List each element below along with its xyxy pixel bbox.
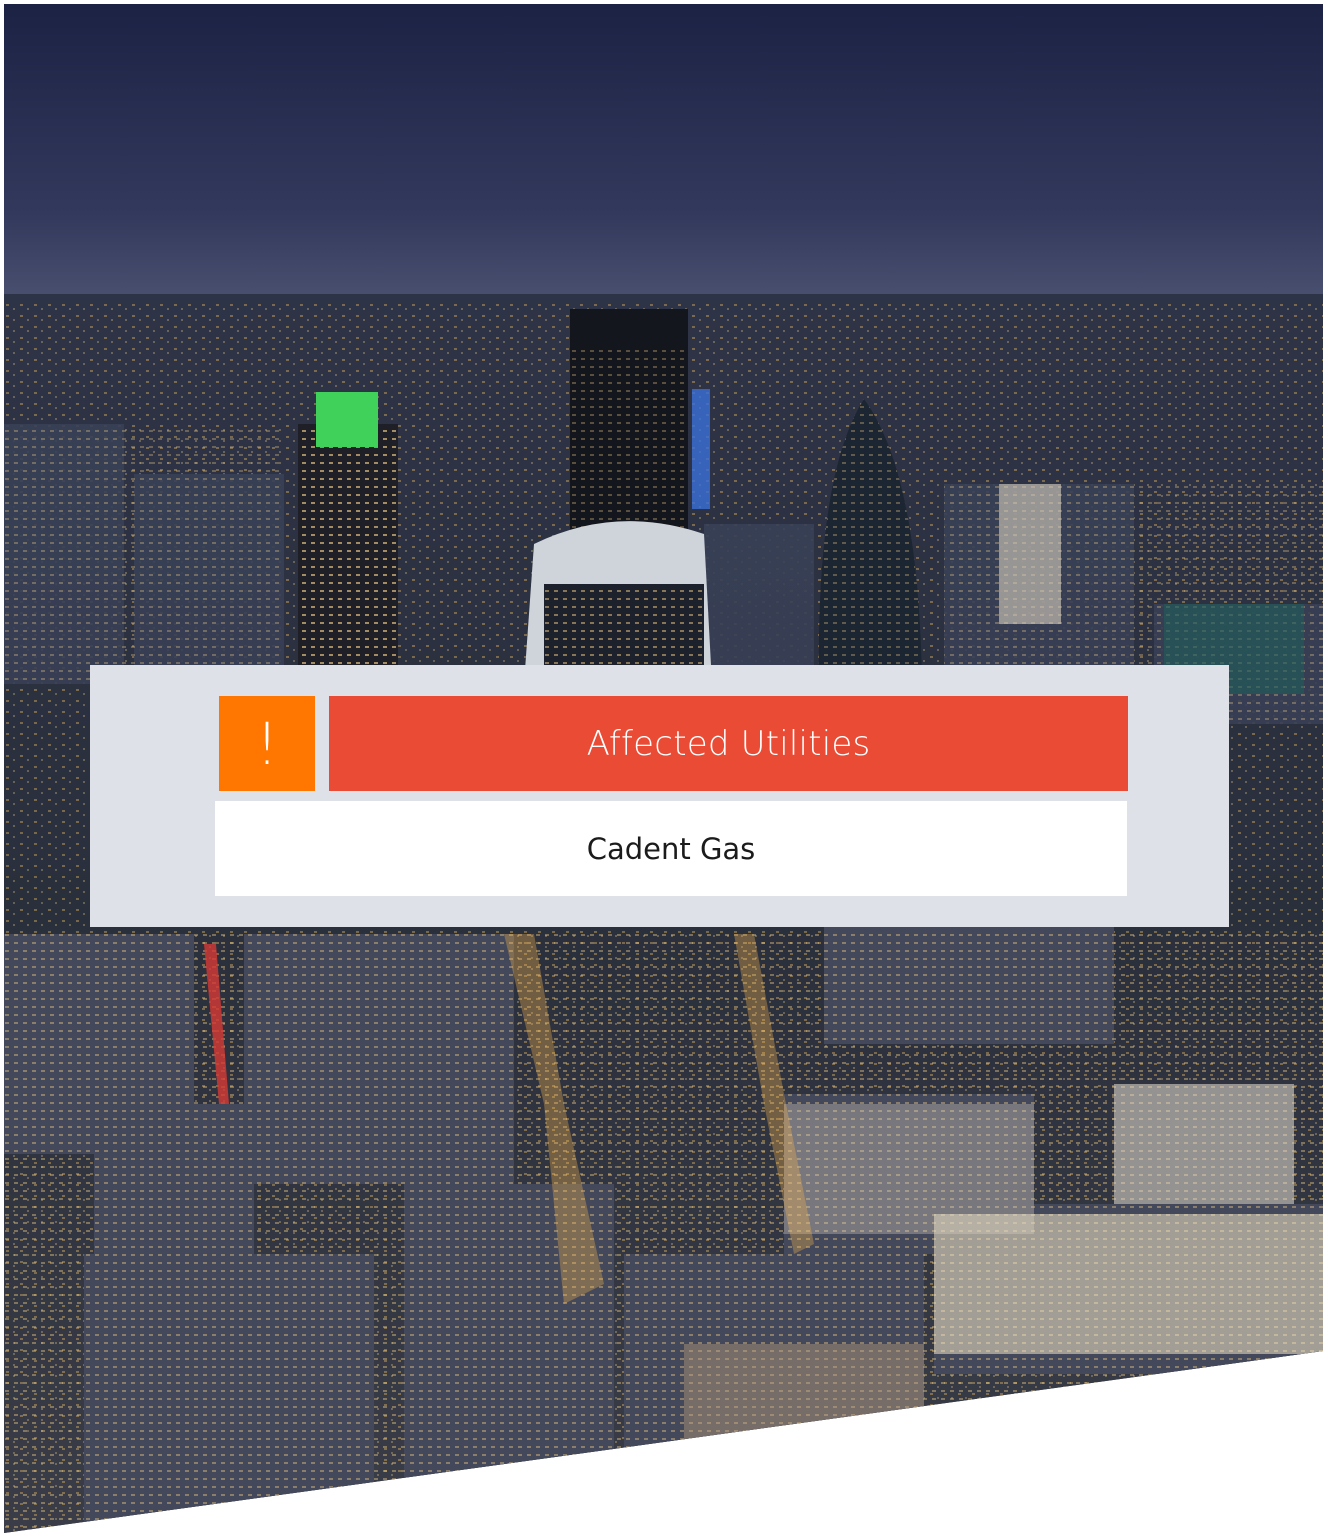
utility-list-item: Cadent Gas [215, 801, 1127, 896]
page: ! Affected Utilities Cadent Gas [0, 0, 1327, 1533]
panel-title-text: Affected Utilities [586, 723, 871, 764]
exclamation-icon: ! [219, 696, 315, 791]
exclamation-glyph: ! [255, 709, 279, 778]
affected-utilities-title: Affected Utilities [329, 696, 1128, 791]
utility-name: Cadent Gas [586, 831, 756, 866]
